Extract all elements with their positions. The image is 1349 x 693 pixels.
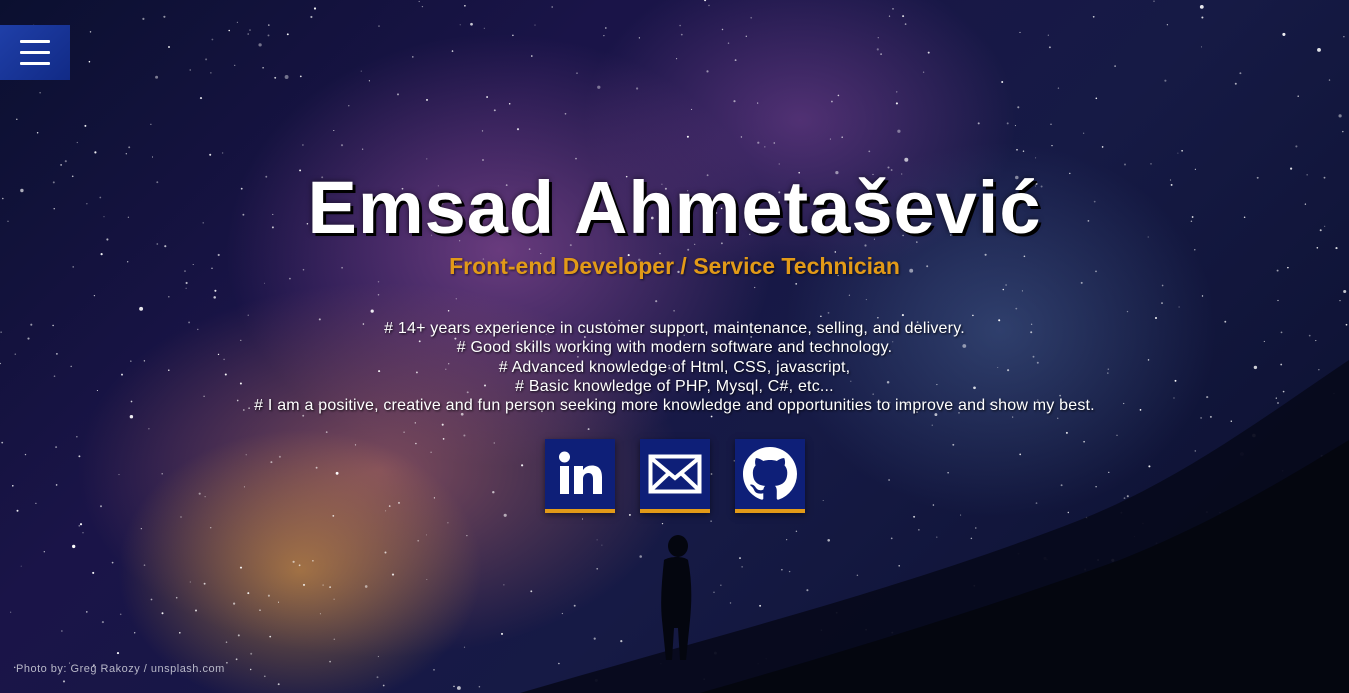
email-button[interactable]: [640, 439, 710, 513]
bio-item: # Basic knowledge of PHP, Mysql, C#, etc…: [515, 377, 834, 395]
job-subtitle: Front-end Developer / Service Technician: [449, 253, 900, 279]
bio-list: # 14+ years experience in customer suppo…: [0, 319, 1349, 415]
hero-section: Emsad Ahmetašević Front-end Developer / …: [0, 0, 1349, 693]
linkedin-icon: [559, 451, 602, 494]
bio-item: # Good skills working with modern softwa…: [456, 339, 893, 357]
page-title: Emsad Ahmetašević: [307, 166, 1042, 249]
github-icon: [743, 447, 797, 500]
bio-item: # I am a positive, creative and fun pers…: [254, 397, 1095, 415]
email-envelope-icon: [648, 454, 702, 494]
github-button[interactable]: [735, 439, 805, 513]
hamburger-menu-icon-bar-3: [20, 62, 50, 65]
photo-credit: Photo by: Greg Rakozy / unsplash.com: [16, 663, 225, 675]
linkedin-button[interactable]: [545, 439, 615, 513]
hamburger-menu-icon-bar-2: [20, 51, 50, 54]
hamburger-menu-icon-bar-1: [20, 40, 50, 43]
hamburger-menu-button[interactable]: [0, 25, 70, 80]
person-silhouette: [661, 535, 692, 660]
bio-item: # Advanced knowledge of Html, CSS, javas…: [498, 358, 851, 376]
social-links: [545, 439, 805, 513]
bio-item: # 14+ years experience in customer suppo…: [384, 320, 965, 337]
